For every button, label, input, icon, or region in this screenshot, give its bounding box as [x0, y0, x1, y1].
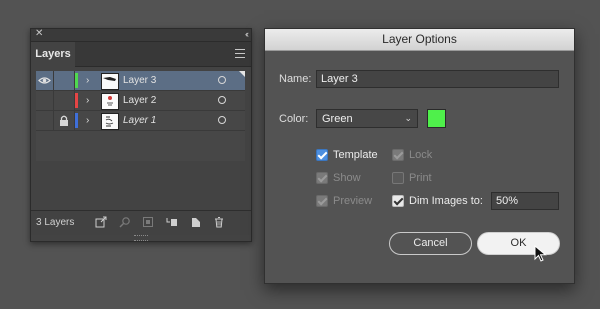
layer-name: Layer 3: [123, 75, 157, 86]
layer-options-dialog: Layer Options Name: Color: Green ⌄ Templ…: [264, 28, 575, 284]
show-label: Show: [333, 172, 361, 184]
layer-row-layer-2[interactable]: › Layer 2: [36, 91, 245, 111]
visibility-toggle[interactable]: [36, 91, 54, 110]
layer-thumbnail: [101, 73, 119, 90]
lock-toggle[interactable]: [54, 111, 75, 130]
panel-title-strip[interactable]: ✕ ‹‹: [31, 28, 251, 42]
layer-list: › Layer 3 › Layer 2 › Layer 1: [36, 71, 245, 161]
checkbox-print[interactable]: [392, 172, 404, 184]
print-label: Print: [409, 172, 432, 184]
resize-grip[interactable]: [134, 235, 148, 241]
collect-export-icon[interactable]: [95, 216, 107, 228]
lock-toggle[interactable]: [54, 91, 75, 110]
checkbox-dim-images[interactable]: [392, 195, 404, 207]
layers-panel: ✕ ‹‹ Layers › Layer 3 › Layer 2 › Layer …: [30, 28, 252, 242]
visibility-toggle[interactable]: [36, 111, 54, 130]
layer-thumbnail: [101, 113, 119, 130]
target-circle-icon[interactable]: [218, 76, 226, 84]
expand-chevron-icon[interactable]: ›: [86, 71, 94, 90]
target-circle-icon[interactable]: [218, 116, 226, 124]
layer-name-input[interactable]: [316, 70, 559, 88]
checkbox-template[interactable]: [316, 149, 328, 161]
layer-color-bar: [75, 113, 78, 128]
locate-object-icon[interactable]: [119, 216, 131, 228]
layer-row-layer-1[interactable]: › Layer 1: [36, 111, 245, 131]
preview-label: Preview: [333, 195, 373, 207]
checkbox-show[interactable]: [316, 172, 328, 184]
color-select-value: Green: [322, 113, 353, 125]
layer-name: Layer 1: [123, 115, 157, 126]
expand-chevron-icon[interactable]: ›: [86, 111, 94, 130]
color-label: Color:: [279, 113, 309, 125]
layer-color-bar: [75, 93, 78, 108]
panel-tab-strip: Layers: [31, 42, 251, 67]
name-label: Name:: [279, 73, 312, 85]
lock-toggle[interactable]: [54, 71, 75, 90]
selected-art-indicator-icon: [239, 71, 245, 77]
expand-chevron-icon[interactable]: ›: [86, 91, 94, 110]
cancel-button[interactable]: Cancel: [389, 232, 472, 255]
visibility-toggle[interactable]: [36, 71, 54, 90]
checkbox-lock[interactable]: [392, 149, 404, 161]
tab-layers[interactable]: Layers: [31, 42, 75, 67]
color-swatch[interactable]: [427, 109, 446, 128]
template-label: Template: [333, 149, 378, 161]
checkbox-preview[interactable]: [316, 195, 328, 207]
target-circle-icon[interactable]: [218, 96, 226, 104]
dim-percentage-input[interactable]: [491, 192, 559, 210]
panel-menu-icon[interactable]: [235, 49, 245, 58]
dim-images-label: Dim Images to:: [409, 195, 483, 207]
layer-count: 3 Layers: [36, 217, 75, 228]
collapse-panel-icon[interactable]: ‹‹: [245, 28, 249, 40]
layer-color-bar: [75, 73, 78, 88]
layer-name: Layer 2: [123, 95, 157, 106]
color-select[interactable]: Green ⌄: [316, 109, 418, 128]
dialog-title[interactable]: Layer Options: [265, 29, 574, 51]
mouse-pointer-icon: [534, 245, 547, 262]
eye-icon: [38, 77, 51, 84]
panel-footer: 3 Layers: [31, 210, 251, 235]
layer-row-layer-3[interactable]: › Layer 3: [36, 71, 245, 91]
chevron-down-icon: ⌄: [404, 113, 412, 123]
lock-label: Lock: [409, 149, 433, 161]
new-sublayer-icon[interactable]: [166, 216, 178, 228]
delete-icon[interactable]: [213, 216, 225, 228]
layer-thumbnail: [101, 93, 119, 110]
close-panel-icon[interactable]: ✕: [35, 28, 43, 40]
make-clipping-mask-icon[interactable]: [142, 216, 154, 228]
new-layer-icon[interactable]: [190, 216, 202, 228]
lock-icon: [60, 115, 68, 126]
